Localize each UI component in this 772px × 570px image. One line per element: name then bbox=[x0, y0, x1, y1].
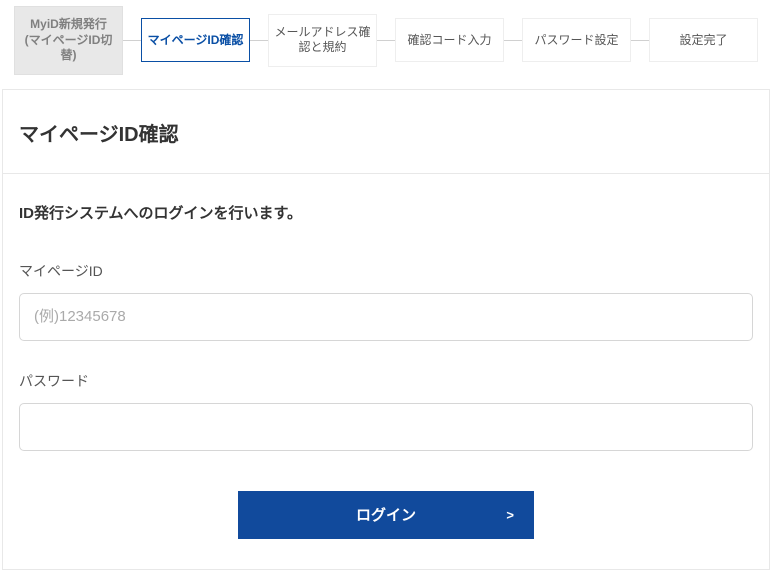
form-row-password: パスワード bbox=[19, 371, 753, 451]
login-button[interactable]: ログイン > bbox=[238, 491, 534, 539]
step-email-terms: メールアドレス確認と規約 bbox=[268, 14, 377, 67]
step-myid-issue: MyiD新規発行(マイページID切替) bbox=[14, 6, 123, 75]
main-panel: マイページID確認 ID発行システムへのログインを行います。 マイページID パ… bbox=[2, 89, 770, 570]
chevron-right-icon: > bbox=[506, 507, 514, 522]
mypage-id-input[interactable] bbox=[19, 293, 753, 341]
panel-body: ID発行システムへのログインを行います。 マイページID パスワード ログイン … bbox=[3, 174, 769, 569]
step-complete: 設定完了 bbox=[649, 18, 758, 62]
stepper: MyiD新規発行(マイページID切替) マイページID確認 メールアドレス確認と… bbox=[0, 0, 772, 89]
password-input[interactable] bbox=[19, 403, 753, 451]
page-title: マイページID確認 bbox=[3, 90, 769, 174]
step-connector bbox=[250, 40, 268, 41]
form-row-mypage-id: マイページID bbox=[19, 261, 753, 341]
step-password-set: パスワード設定 bbox=[522, 18, 631, 62]
step-connector bbox=[377, 40, 395, 41]
step-mypage-id-confirm: マイページID確認 bbox=[141, 18, 250, 62]
password-label: パスワード bbox=[19, 371, 753, 391]
submit-row: ログイン > bbox=[19, 491, 753, 539]
step-connector bbox=[631, 40, 649, 41]
mypage-id-label: マイページID bbox=[19, 261, 753, 281]
step-code-input: 確認コード入力 bbox=[395, 18, 504, 62]
subheading: ID発行システムへのログインを行います。 bbox=[19, 202, 753, 223]
step-connector bbox=[123, 40, 141, 41]
login-button-label: ログイン bbox=[356, 504, 416, 525]
step-connector bbox=[504, 40, 522, 41]
